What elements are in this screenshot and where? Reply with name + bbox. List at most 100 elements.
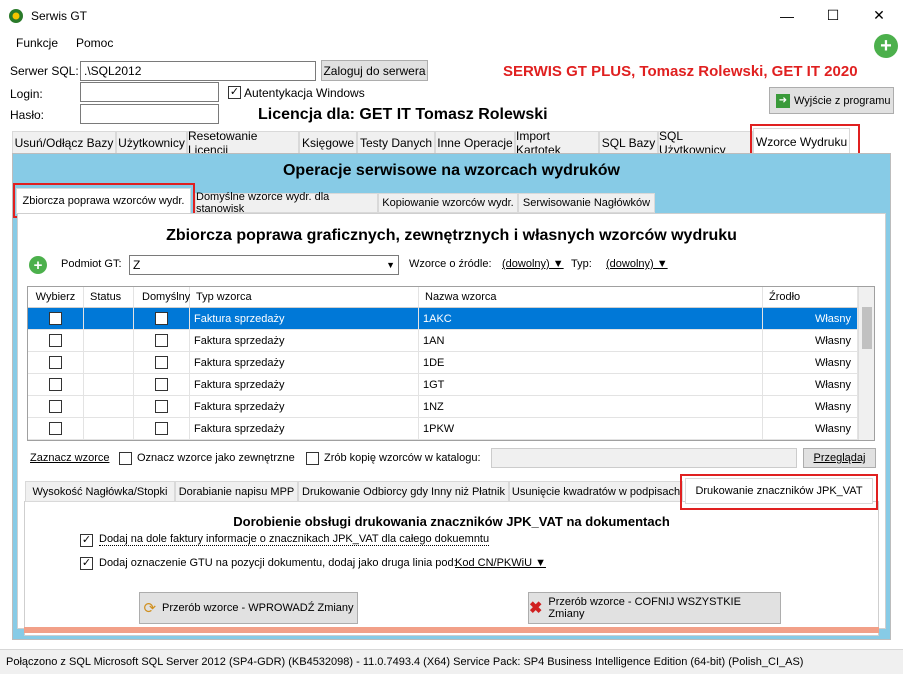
row-name-cell[interactable]: 1NZ xyxy=(419,396,763,418)
source-dropdown[interactable]: (dowolny) ▼ xyxy=(502,258,564,270)
minimize-icon[interactable]: — xyxy=(764,0,810,31)
tab-sql-bazy[interactable]: SQL Bazy xyxy=(599,131,658,153)
row-default-cell[interactable] xyxy=(134,352,190,374)
auth-windows-checkbox[interactable]: ✓ xyxy=(228,86,241,99)
col-domyslny[interactable]: Domyślny xyxy=(134,287,190,308)
maximize-icon[interactable]: ☐ xyxy=(810,0,856,31)
row-status-cell[interactable] xyxy=(84,374,134,396)
row-select-cell[interactable] xyxy=(28,352,84,374)
tab-import-kartotek[interactable]: Import Kartotek xyxy=(515,129,599,157)
subtab-kopiowanie[interactable]: Kopiowanie wzorców wydr. xyxy=(378,193,518,213)
tab-inne-operacje[interactable]: Inne Operacje xyxy=(435,131,515,153)
col-nazwa-wzorca[interactable]: Nazwa wzorca xyxy=(419,287,763,308)
col-wybierz[interactable]: Wybierz xyxy=(28,287,84,308)
mark-templates-link[interactable]: Zaznacz wzorce xyxy=(30,452,109,464)
gtu-position-dropdown[interactable]: Kod CN/PKWiU ▼ xyxy=(455,557,546,569)
browse-button[interactable]: Przeglądaj xyxy=(803,448,876,468)
jpk-option2-checkbox[interactable]: ✓ xyxy=(80,557,93,570)
row-default-cell[interactable] xyxy=(134,418,190,440)
close-icon[interactable]: ✕ xyxy=(856,0,902,31)
row-type-cell[interactable]: Faktura sprzedaży xyxy=(190,330,419,352)
row-source-cell[interactable]: Własny xyxy=(763,418,858,440)
row-status-cell[interactable] xyxy=(84,308,134,330)
login-input[interactable] xyxy=(80,82,219,102)
menu-pomoc[interactable]: Pomoc xyxy=(76,36,113,50)
tab-ksiegowe[interactable]: Księgowe xyxy=(299,131,357,153)
subtab-naglowki[interactable]: Serwisowanie Nagłówków xyxy=(518,193,655,213)
col-typ-wzorca[interactable]: Typ wzorca xyxy=(190,287,419,308)
btab-mpp[interactable]: Dorabianie napisu MPP xyxy=(175,481,298,502)
row-select-checkbox[interactable] xyxy=(49,312,62,325)
app-icon xyxy=(9,9,23,23)
row-select-cell[interactable] xyxy=(28,396,84,418)
row-status-cell[interactable] xyxy=(84,330,134,352)
row-type-cell[interactable]: Faktura sprzedaży xyxy=(190,396,419,418)
tab-uzytkownicy[interactable]: Użytkownicy xyxy=(116,131,187,153)
row-select-checkbox[interactable] xyxy=(49,334,62,347)
row-default-checkbox[interactable] xyxy=(155,334,168,347)
apply-changes-label: Przerób wzorce - WPROWADŹ Zmiany xyxy=(162,602,354,614)
type-dropdown[interactable]: (dowolny) ▼ xyxy=(606,258,668,270)
login-server-button[interactable]: Zaloguj do serwera xyxy=(321,60,428,81)
row-default-checkbox[interactable] xyxy=(155,378,168,391)
tab-testy-danych[interactable]: Testy Danych xyxy=(357,131,435,153)
row-status-cell[interactable] xyxy=(84,418,134,440)
row-default-cell[interactable] xyxy=(134,330,190,352)
btab-kwadraty[interactable]: Usunięcie kwadratów w podpisach xyxy=(509,481,683,502)
apply-changes-button[interactable]: ⟳ Przerób wzorce - WPROWADŹ Zmiany xyxy=(139,592,358,624)
row-type-cell[interactable]: Faktura sprzedaży xyxy=(190,374,419,396)
row-source-cell[interactable]: Własny xyxy=(763,396,858,418)
row-select-cell[interactable] xyxy=(28,330,84,352)
row-default-cell[interactable] xyxy=(134,308,190,330)
jpk-option1-checkbox[interactable]: ✓ xyxy=(80,534,93,547)
grid-scrollbar[interactable] xyxy=(858,287,874,440)
row-select-cell[interactable] xyxy=(28,418,84,440)
btab-wysokosc[interactable]: Wysokość Nagłówka/Stopki xyxy=(25,481,175,502)
exit-button[interactable]: ➜ Wyjście z programu xyxy=(769,87,894,114)
row-status-cell[interactable] xyxy=(84,352,134,374)
copy-path-input[interactable] xyxy=(491,448,797,468)
revert-changes-button[interactable]: ✖ Przerób wzorce - COFNIJ WSZYSTKIE Zmia… xyxy=(528,592,781,624)
row-name-cell[interactable]: 1PKW xyxy=(419,418,763,440)
tab-usun-odlacz[interactable]: Usuń/Odłącz Bazy xyxy=(12,131,116,153)
row-default-checkbox[interactable] xyxy=(155,422,168,435)
row-type-cell[interactable]: Faktura sprzedaży xyxy=(190,418,419,440)
col-zrodlo[interactable]: Źrodło xyxy=(763,287,858,308)
server-input[interactable] xyxy=(80,61,316,81)
copy-templates-checkbox[interactable] xyxy=(306,452,319,465)
row-select-checkbox[interactable] xyxy=(49,400,62,413)
scrollbar-thumb[interactable] xyxy=(862,307,872,349)
tab-sql-uzytkownicy[interactable]: SQL Użytkownicy xyxy=(658,129,753,157)
row-default-checkbox[interactable] xyxy=(155,400,168,413)
col-status[interactable]: Status xyxy=(84,287,134,308)
menu-funkcje[interactable]: Funkcje xyxy=(16,36,58,50)
row-type-cell[interactable]: Faktura sprzedaży xyxy=(190,308,419,330)
row-name-cell[interactable]: 1DE xyxy=(419,352,763,374)
password-input[interactable] xyxy=(80,104,219,124)
row-source-cell[interactable]: Własny xyxy=(763,374,858,396)
row-default-cell[interactable] xyxy=(134,396,190,418)
add-icon[interactable]: + xyxy=(874,34,898,58)
add-entity-icon[interactable]: + xyxy=(29,256,47,274)
row-default-checkbox[interactable] xyxy=(155,356,168,369)
row-type-cell[interactable]: Faktura sprzedaży xyxy=(190,352,419,374)
row-select-checkbox[interactable] xyxy=(49,356,62,369)
row-select-cell[interactable] xyxy=(28,308,84,330)
row-select-checkbox[interactable] xyxy=(49,378,62,391)
row-status-cell[interactable] xyxy=(84,396,134,418)
row-source-cell[interactable]: Własny xyxy=(763,352,858,374)
tab-resetowanie[interactable]: Resetowanie Licencji xyxy=(187,129,299,157)
row-select-checkbox[interactable] xyxy=(49,422,62,435)
row-name-cell[interactable]: 1GT xyxy=(419,374,763,396)
entity-select[interactable]: Z ▼ xyxy=(129,255,399,275)
mark-external-checkbox[interactable] xyxy=(119,452,132,465)
row-name-cell[interactable]: 1AKC xyxy=(419,308,763,330)
subtab-domyslne[interactable]: Domyślne wzorce wydr. dla stanowisk xyxy=(195,191,378,215)
row-select-cell[interactable] xyxy=(28,374,84,396)
row-default-checkbox[interactable] xyxy=(155,312,168,325)
row-name-cell[interactable]: 1AN xyxy=(419,330,763,352)
btab-odbiorca[interactable]: Drukowanie Odbiorcy gdy Inny niż Płatnik xyxy=(298,481,509,502)
row-default-cell[interactable] xyxy=(134,374,190,396)
row-source-cell[interactable]: Własny xyxy=(763,330,858,352)
row-source-cell[interactable]: Własny xyxy=(763,308,858,330)
